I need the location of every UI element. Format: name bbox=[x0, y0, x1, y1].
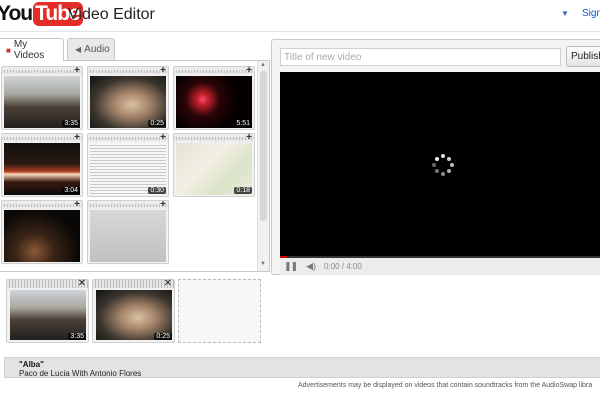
drag-handle[interactable] bbox=[88, 134, 168, 142]
empty-clip-slot[interactable] bbox=[178, 279, 261, 343]
drag-handle[interactable] bbox=[174, 134, 254, 142]
scrollbar-thumb[interactable] bbox=[260, 71, 267, 221]
audio-title: "Alba" bbox=[19, 360, 44, 369]
scroll-down-icon[interactable]: ▼ bbox=[260, 261, 266, 267]
clip-thumbnail bbox=[4, 210, 80, 262]
pause-icon[interactable]: ❚❚ bbox=[284, 261, 298, 272]
clip-duration: 5:51 bbox=[234, 120, 252, 127]
add-clip-icon[interactable]: + bbox=[246, 65, 252, 76]
remove-clip-icon[interactable]: ✕ bbox=[78, 278, 86, 289]
drag-handle[interactable] bbox=[174, 67, 254, 75]
clip-duration: 3:35 bbox=[62, 120, 80, 127]
tab-audio[interactable]: ◀ Audio bbox=[67, 38, 115, 60]
drag-handle[interactable] bbox=[2, 134, 82, 142]
logo-you-text: You bbox=[0, 2, 33, 25]
audio-track[interactable]: "Alba" Paco de Lucia With Antonio Flores bbox=[4, 357, 600, 378]
header-bar: You Tube Video Editor ▼ Sign bbox=[0, 0, 600, 32]
timeline-clip[interactable]: ✕ 0:25 bbox=[92, 278, 175, 343]
add-clip-icon[interactable]: + bbox=[246, 132, 252, 143]
clip-duration: 3:04 bbox=[62, 187, 80, 194]
tab-label: My Videos bbox=[13, 39, 45, 61]
speaker-icon: ◀ bbox=[75, 45, 82, 54]
library-clip[interactable]: + bbox=[87, 199, 169, 264]
scroll-up-icon[interactable]: ▲ bbox=[260, 62, 266, 68]
library-clip[interactable]: + 0:25 bbox=[87, 65, 169, 130]
add-clip-icon[interactable]: + bbox=[74, 132, 80, 143]
library-clip[interactable]: + 3:04 bbox=[1, 132, 83, 197]
drag-handle[interactable] bbox=[2, 201, 82, 209]
clip-thumbnail bbox=[90, 210, 166, 262]
account-caret-icon[interactable]: ▼ bbox=[561, 9, 569, 18]
library-scrollbar[interactable]: ▲ ▼ bbox=[257, 61, 269, 271]
drag-handle[interactable] bbox=[2, 67, 82, 75]
tab-my-videos[interactable]: ■ My Videos bbox=[0, 38, 64, 61]
player-panel: Publish ❚❚ ◀) 0:00 / 4:00 bbox=[271, 39, 600, 275]
drag-handle[interactable] bbox=[88, 67, 168, 75]
video-title-input[interactable] bbox=[280, 48, 561, 66]
volume-icon[interactable]: ◀) bbox=[306, 261, 316, 272]
playback-time: 0:00 / 4:00 bbox=[324, 262, 362, 271]
player-controls: ❚❚ ◀) 0:00 / 4:00 bbox=[280, 258, 600, 275]
audioswap-disclaimer: Advertisements may be displayed on video… bbox=[298, 382, 593, 389]
add-clip-icon[interactable]: + bbox=[160, 132, 166, 143]
sign-in-link[interactable]: Sign bbox=[582, 8, 600, 19]
library-clip[interactable]: + 0:18 bbox=[173, 132, 255, 197]
drag-handle[interactable] bbox=[7, 280, 88, 288]
drag-handle[interactable] bbox=[93, 280, 174, 288]
clip-duration: 3:35 bbox=[68, 333, 86, 340]
library-panel: ■ My Videos ◀ Audio + 3:35 + 0:25 + 5:51… bbox=[0, 34, 270, 272]
library-clip[interactable]: + 5:51 bbox=[173, 65, 255, 130]
video-preview[interactable] bbox=[280, 72, 600, 256]
publish-button[interactable]: Publish bbox=[566, 46, 600, 67]
library-content: + 3:35 + 0:25 + 5:51 + 3:04 + 0:30 + 0:1… bbox=[0, 60, 270, 272]
library-clip[interactable]: + 0:30 bbox=[87, 132, 169, 197]
timeline-clip[interactable]: ✕ 3:35 bbox=[6, 278, 89, 343]
add-clip-icon[interactable]: + bbox=[74, 199, 80, 210]
add-clip-icon[interactable]: + bbox=[160, 199, 166, 210]
clip-duration: 0:25 bbox=[154, 333, 172, 340]
library-clip[interactable]: + bbox=[1, 199, 83, 264]
remove-clip-icon[interactable]: ✕ bbox=[164, 278, 172, 289]
audio-artist: Paco de Lucia With Antonio Flores bbox=[19, 369, 142, 378]
clip-duration: 0:18 bbox=[234, 187, 252, 194]
drag-handle[interactable] bbox=[88, 201, 168, 209]
library-clip[interactable]: + 3:35 bbox=[1, 65, 83, 130]
clip-duration: 0:30 bbox=[148, 187, 166, 194]
clip-duration: 0:25 bbox=[148, 120, 166, 127]
timeline-track: ✕ 3:35 ✕ 0:25 bbox=[0, 275, 600, 347]
video-icon: ■ bbox=[6, 45, 11, 55]
loading-spinner-icon bbox=[432, 154, 454, 176]
tab-label: Audio bbox=[84, 44, 110, 55]
page-title: Video Editor bbox=[68, 6, 155, 23]
add-clip-icon[interactable]: + bbox=[160, 65, 166, 76]
add-clip-icon[interactable]: + bbox=[74, 65, 80, 76]
clip-grid: + 3:35 + 0:25 + 5:51 + 3:04 + 0:30 + 0:1… bbox=[0, 61, 257, 271]
